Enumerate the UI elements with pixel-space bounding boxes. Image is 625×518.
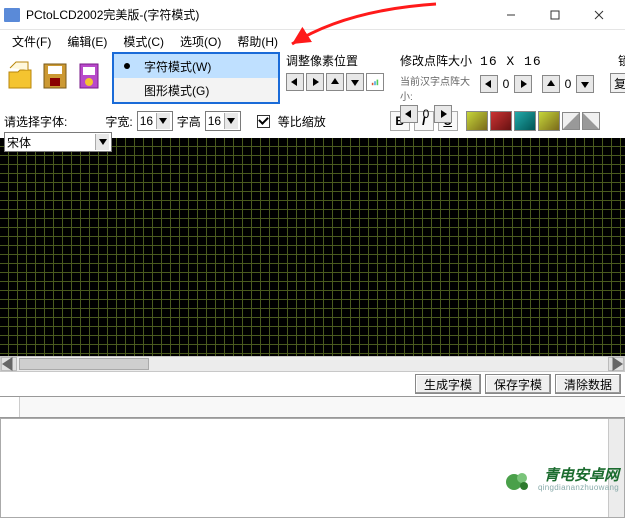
char-height-label: 字高: [177, 113, 201, 130]
group-lock: 锁定 复位: [610, 52, 625, 123]
move-up-button[interactable]: [326, 73, 344, 91]
dropdown-item-label: 字符模式(W): [144, 58, 211, 75]
font-value: 宋体: [7, 134, 31, 151]
save-icon[interactable]: [38, 54, 72, 98]
lock-label: 锁定: [610, 52, 625, 69]
up2-button[interactable]: [542, 75, 560, 93]
titlebar: PCtoLCD2002完美版-(字符模式): [0, 0, 625, 30]
close-button[interactable]: [577, 1, 621, 29]
menu-file[interactable]: 文件(F): [4, 31, 59, 52]
down2-button[interactable]: [576, 75, 594, 93]
size-display: 16 X 16: [480, 54, 594, 69]
menu-mode[interactable]: 模式(C): [115, 31, 172, 52]
group-label: 调整像素位置: [286, 52, 384, 69]
group-size-display: 16 X 16 0 0: [480, 54, 594, 123]
toolbar: 字符模式(W) 图形模式(G) 调整像素位置 修改点阵大小 当前汉字点阵大小: …: [0, 52, 625, 108]
action-button-row: 生成字模 保存字模 清除数据: [0, 372, 625, 396]
width-inc-button[interactable]: [434, 105, 452, 123]
clear-button[interactable]: 清除数据: [555, 374, 621, 394]
preview-cell[interactable]: [0, 397, 20, 417]
pixel-canvas[interactable]: [0, 138, 625, 356]
menu-options[interactable]: 选项(O): [172, 31, 229, 52]
horizontal-scrollbar[interactable]: [0, 356, 625, 372]
move-down-button[interactable]: [346, 73, 364, 91]
chart-icon[interactable]: [366, 73, 384, 91]
dropdown-item-label: 图形模式(G): [144, 82, 209, 99]
dropdown-item-charmode[interactable]: 字符模式(W): [114, 54, 278, 78]
settings-icon[interactable]: [72, 54, 106, 98]
chevron-down-icon: [95, 134, 109, 150]
watermark-text-zh: 青电安卓网: [538, 470, 619, 482]
generate-button[interactable]: 生成字模: [415, 374, 481, 394]
save-font-button[interactable]: 保存字模: [485, 374, 551, 394]
char-width-value: 16: [140, 114, 153, 128]
group-adjust-position: 调整像素位置: [286, 52, 384, 123]
scrollbar-thumb[interactable]: [19, 358, 149, 370]
toolbar-groups: 调整像素位置 修改点阵大小 当前汉字点阵大小: 0 16 X 16 0: [286, 52, 621, 123]
mode-dropdown: 字符模式(W) 图形模式(G): [112, 52, 280, 104]
spinner-value: 0: [420, 107, 432, 121]
equal-scale-checkbox[interactable]: [257, 115, 270, 128]
bullet-icon: [124, 63, 130, 69]
height-inc-button[interactable]: [514, 75, 532, 93]
group-label: 修改点阵大小: [400, 52, 472, 69]
scroll-right-button[interactable]: [608, 357, 624, 371]
menu-edit[interactable]: 编辑(E): [59, 31, 115, 52]
font-select[interactable]: 宋体: [4, 132, 112, 152]
char-width-label: 字宽:: [105, 113, 132, 130]
chevron-down-icon: [224, 113, 238, 129]
select-font-label: 请选择字体:: [4, 113, 67, 130]
app-icon: [4, 8, 20, 22]
repos-button[interactable]: 复位: [610, 73, 625, 93]
menubar: 文件(F) 编辑(E) 模式(C) 选项(O) 帮助(H): [0, 30, 625, 52]
spinner-value: 0: [500, 77, 512, 91]
group-modify-size: 修改点阵大小 当前汉字点阵大小: 0: [400, 52, 472, 123]
scroll-left-button[interactable]: [1, 357, 17, 371]
spinner-value: 0: [562, 77, 574, 91]
char-height-value: 16: [208, 114, 221, 128]
move-right-button[interactable]: [306, 73, 324, 91]
watermark-logo-icon: [504, 468, 532, 496]
dropdown-item-graphicmode[interactable]: 图形模式(G): [114, 78, 278, 102]
watermark: 青电安卓网 qingdiananzhuowang: [504, 468, 619, 496]
window-title: PCtoLCD2002完美版-(字符模式): [26, 6, 199, 23]
width-dec-button[interactable]: [400, 105, 418, 123]
preview-strip: [0, 396, 625, 418]
maximize-button[interactable]: [533, 1, 577, 29]
open-file-icon[interactable]: [4, 54, 38, 98]
watermark-text-en: qingdiananzhuowang: [538, 482, 619, 494]
height-dec-button[interactable]: [480, 75, 498, 93]
size-hint: 当前汉字点阵大小:: [400, 73, 472, 103]
char-height-select[interactable]: 16: [205, 111, 241, 131]
move-left-button[interactable]: [286, 73, 304, 91]
minimize-button[interactable]: [489, 1, 533, 29]
char-width-select[interactable]: 16: [137, 111, 173, 131]
menu-help[interactable]: 帮助(H): [229, 31, 286, 52]
chevron-down-icon: [156, 113, 170, 129]
